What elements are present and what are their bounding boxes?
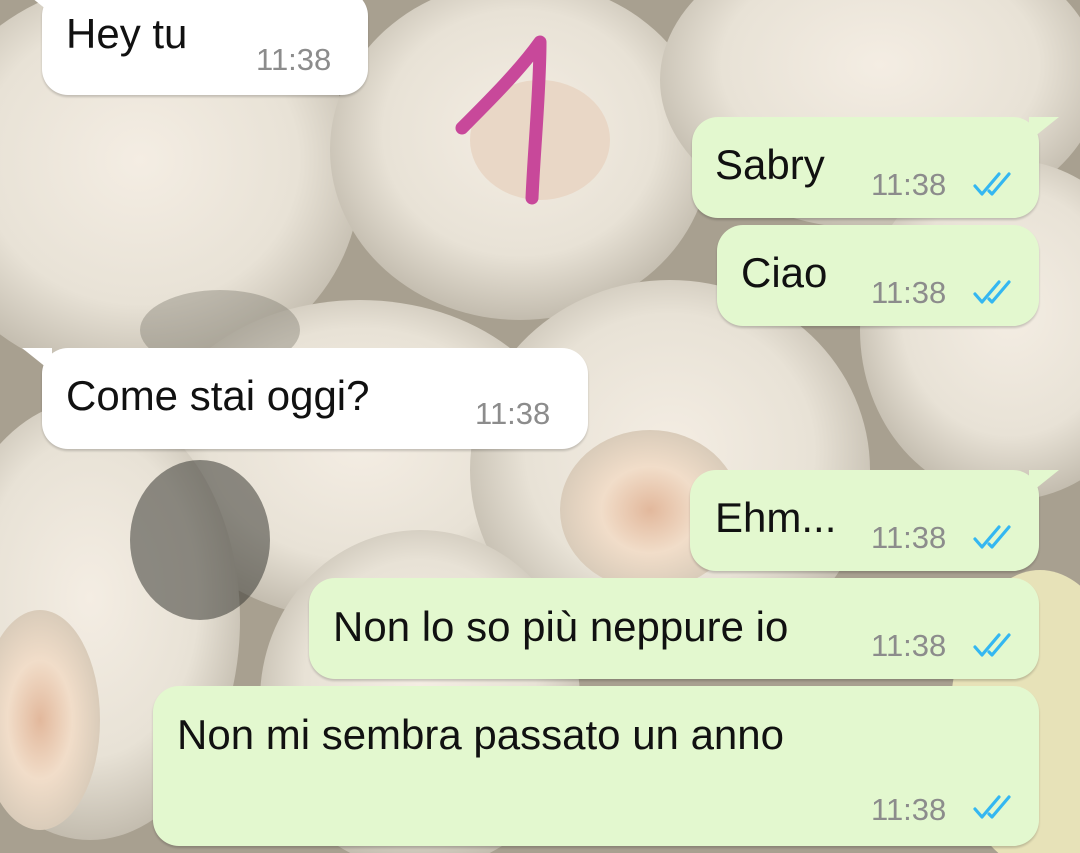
double-check-icon bbox=[973, 280, 1011, 304]
message-timestamp: 11:38 bbox=[871, 520, 947, 555]
message-timestamp: 11:38 bbox=[871, 275, 947, 310]
bubble-tail bbox=[22, 348, 52, 372]
incoming-message[interactable]: Come stai oggi? 11:38 bbox=[42, 348, 588, 449]
message-text: Come stai oggi? bbox=[66, 372, 370, 419]
message-timestamp: 11:38 bbox=[871, 792, 947, 827]
outgoing-message[interactable]: Sabry 11:38 bbox=[692, 117, 1039, 218]
message-text: Non mi sembra passato un anno bbox=[177, 711, 785, 758]
message-text: Non lo so più neppure io bbox=[333, 603, 789, 650]
double-check-icon bbox=[973, 172, 1011, 196]
message-text: Ehm... bbox=[715, 494, 837, 541]
incoming-message[interactable]: Hey tu 11:38 bbox=[42, 0, 368, 95]
double-check-icon bbox=[973, 633, 1011, 657]
double-check-icon bbox=[973, 795, 1011, 819]
bubble-tail bbox=[1029, 117, 1059, 141]
message-text: Sabry bbox=[715, 141, 825, 188]
double-check-icon bbox=[973, 525, 1011, 549]
message-text: Ciao bbox=[741, 249, 828, 296]
outgoing-message[interactable]: Non mi sembra passato un anno 11:38 bbox=[153, 686, 1039, 846]
message-timestamp: 11:38 bbox=[475, 396, 551, 431]
bubble-tail bbox=[34, 0, 52, 14]
outgoing-message[interactable]: Ehm... 11:38 bbox=[690, 470, 1039, 571]
outgoing-message[interactable]: Non lo so più neppure io 11:38 bbox=[309, 578, 1039, 679]
outgoing-message[interactable]: Ciao 11:38 bbox=[717, 225, 1039, 326]
message-text: Hey tu bbox=[66, 10, 188, 57]
message-timestamp: 11:38 bbox=[871, 167, 947, 202]
message-timestamp: 11:38 bbox=[871, 628, 947, 663]
bubble-tail bbox=[1029, 470, 1059, 494]
message-timestamp: 11:38 bbox=[256, 42, 332, 77]
handwritten-annotation-one bbox=[455, 35, 547, 205]
